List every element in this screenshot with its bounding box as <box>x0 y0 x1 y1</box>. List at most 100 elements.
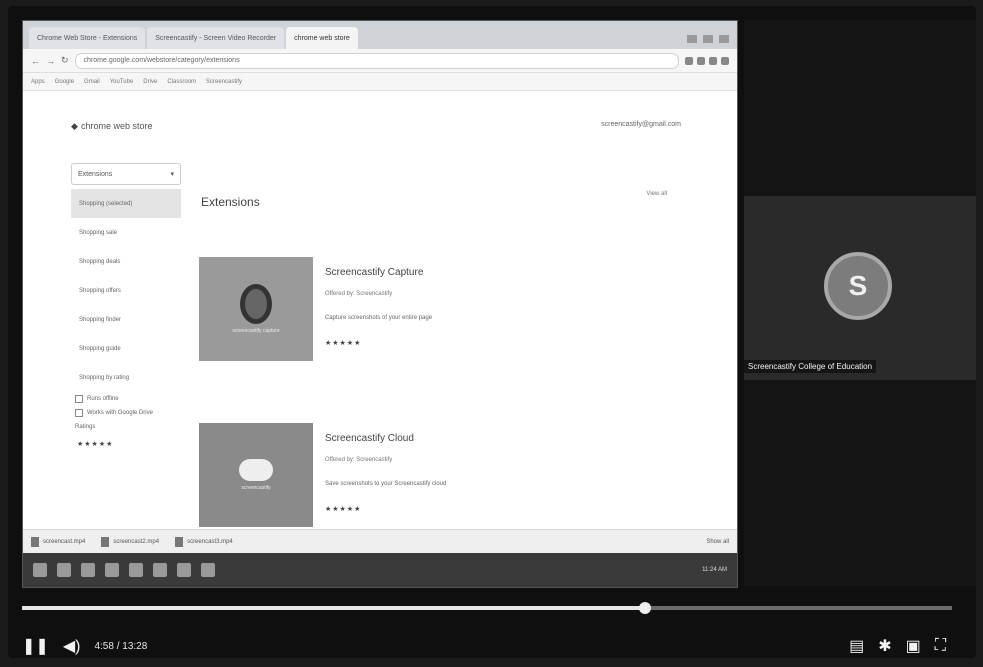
window-controls <box>687 35 737 49</box>
extension-icon[interactable] <box>721 56 729 65</box>
minimize-icon[interactable] <box>687 35 697 43</box>
bookmark-item[interactable]: Apps <box>31 79 45 85</box>
progress-played <box>22 606 646 610</box>
address-bar-row: ← → ↻ chrome.google.com/webstore/categor… <box>23 49 737 73</box>
downloads-bar: screencast.mp4 screencast2.mp4 screencas… <box>23 529 737 553</box>
logo-caption: screencastify <box>241 485 271 491</box>
category-list: Shopping (selected) Shopping sale Shoppi… <box>71 189 181 392</box>
category-item[interactable]: Shopping offers <box>71 276 181 305</box>
extension-publisher: Offered by: Screencastify <box>325 457 393 463</box>
download-item[interactable]: screencast2.mp4 <box>101 536 160 547</box>
miniplayer-icon[interactable]: ▣ <box>906 636 921 656</box>
filter-option[interactable]: Works with Google Drive <box>71 406 191 420</box>
filter-label: Works with Google Drive <box>87 410 153 416</box>
settings-icon[interactable]: ✱ <box>878 636 891 656</box>
back-arrow-icon[interactable]: ← <box>31 56 40 66</box>
browser-tab[interactable]: Screencastify - Screen Video Recorder <box>147 27 285 49</box>
extension-icon[interactable] <box>709 56 717 65</box>
download-item[interactable]: screencast.mp4 <box>31 536 86 547</box>
participant-panel: S Screencastify College of Education <box>744 20 976 586</box>
progress-scrubber[interactable] <box>639 602 652 614</box>
store-logo-icon: ◆ <box>71 121 78 131</box>
download-name: screencast2.mp4 <box>113 538 160 545</box>
rating-filter-stars[interactable]: ★★★★★ <box>71 440 191 448</box>
store-title[interactable]: chrome web store <box>81 121 153 131</box>
category-item[interactable]: Shopping guide <box>71 334 181 363</box>
logo-caption: screencastify capture <box>232 328 280 334</box>
download-name: screencast3.mp4 <box>187 538 233 545</box>
download-name: screencast.mp4 <box>43 538 86 545</box>
ratings-label: Ratings <box>75 424 96 430</box>
taskbar-app-icon[interactable] <box>105 563 119 577</box>
checkbox[interactable] <box>75 395 83 403</box>
pause-icon[interactable]: ❚❚ <box>22 636 49 656</box>
screencastify-logo-icon <box>240 284 272 324</box>
taskbar-app-icon[interactable] <box>129 563 143 577</box>
bookmark-item[interactable]: Classroom <box>167 79 196 85</box>
os-taskbar: 11:24 AM <box>23 553 737 587</box>
extension-description: Capture screenshots of your entire page <box>325 315 433 321</box>
store-header: ◆ chrome web store screencastify@gmail.c… <box>23 91 737 150</box>
extension-name[interactable]: Screencastify Cloud <box>325 433 414 444</box>
extension-card[interactable]: screencastify Screencastify Cloud Offere… <box>199 423 669 533</box>
file-icon <box>31 536 39 547</box>
category-item[interactable]: Shopping (selected) <box>71 189 181 218</box>
file-icon <box>101 536 110 547</box>
bookmarks-bar: Apps Google Gmail YouTube Drive Classroo… <box>23 73 737 91</box>
start-icon[interactable] <box>33 563 47 577</box>
extension-rating: ★★★★★ <box>325 340 362 347</box>
view-all-link[interactable]: View all <box>646 191 667 197</box>
extension-thumbnail[interactable]: screencastify capture <box>199 257 313 361</box>
bookmark-item[interactable]: Screencastify <box>206 79 242 85</box>
category-item[interactable]: Shopping deals <box>71 247 181 276</box>
taskbar-app-icon[interactable] <box>177 563 191 577</box>
extension-card[interactable]: screencastify capture Screencastify Capt… <box>199 257 669 367</box>
chevron-down-icon: ▾ <box>170 171 174 178</box>
video-frame: Chrome Web Store - Extensions Screencast… <box>8 6 976 658</box>
browser-tab-active[interactable]: chrome web store <box>286 27 358 49</box>
store-user-account[interactable]: screencastify@gmail.com <box>601 121 681 128</box>
browser-tab[interactable]: Chrome Web Store - Extensions <box>29 27 146 49</box>
cloud-icon <box>239 459 273 481</box>
bookmark-item[interactable]: Gmail <box>84 79 100 85</box>
category-item[interactable]: Shopping finder <box>71 305 181 334</box>
category-item[interactable]: Shopping sale <box>71 218 181 247</box>
taskbar-app-icon[interactable] <box>153 563 167 577</box>
participant-tile[interactable]: S Screencastify College of Education <box>744 196 976 380</box>
filter-label: Runs offline <box>87 396 119 402</box>
filter-option[interactable]: Runs offline <box>71 392 191 406</box>
volume-icon[interactable]: ◀) <box>63 636 81 656</box>
bookmark-item[interactable]: Google <box>55 79 74 85</box>
forward-arrow-icon[interactable]: → <box>46 56 55 66</box>
close-icon[interactable] <box>719 35 729 43</box>
checkbox[interactable] <box>75 409 83 417</box>
chrome-icon[interactable] <box>201 563 215 577</box>
maximize-icon[interactable] <box>703 35 713 43</box>
extension-icon[interactable] <box>697 56 705 65</box>
extension-description: Save screenshots to your Screencastify c… <box>325 481 447 487</box>
extension-thumbnail[interactable]: screencastify <box>199 423 313 527</box>
section-title: Extensions <box>201 195 260 209</box>
taskbar-app-icon[interactable] <box>57 563 71 577</box>
show-all-downloads-link[interactable]: Show all <box>706 539 729 545</box>
taskbar-app-icon[interactable] <box>81 563 95 577</box>
extension-name[interactable]: Screencastify Capture <box>325 267 423 278</box>
extension-icon[interactable] <box>685 56 693 65</box>
bookmark-item[interactable]: Drive <box>143 79 157 85</box>
category-item[interactable]: Shopping by rating <box>71 363 181 392</box>
file-icon <box>175 536 184 547</box>
bookmark-item[interactable]: YouTube <box>110 79 134 85</box>
player-right-controls: ▤ ✱ ▣ ⛶ <box>849 636 946 656</box>
category-select[interactable]: Extensions ▾ <box>71 163 181 185</box>
taskbar-clock: 11:24 AM <box>702 567 727 573</box>
subtitles-icon[interactable]: ▤ <box>849 636 864 656</box>
category-select-value: Extensions <box>78 170 113 178</box>
store-content: Extensions ▾ Shopping (selected) Shoppin… <box>23 149 737 529</box>
download-item[interactable]: screencast3.mp4 <box>175 536 233 547</box>
extension-publisher: Offered by: Screencastify <box>325 291 393 297</box>
url-field[interactable]: chrome.google.com/webstore/category/exte… <box>74 52 679 69</box>
shared-screen: Chrome Web Store - Extensions Screencast… <box>22 20 738 588</box>
video-progress-bar[interactable] <box>22 602 952 614</box>
reload-icon[interactable]: ↻ <box>61 55 69 66</box>
fullscreen-icon[interactable]: ⛶ <box>935 636 946 656</box>
